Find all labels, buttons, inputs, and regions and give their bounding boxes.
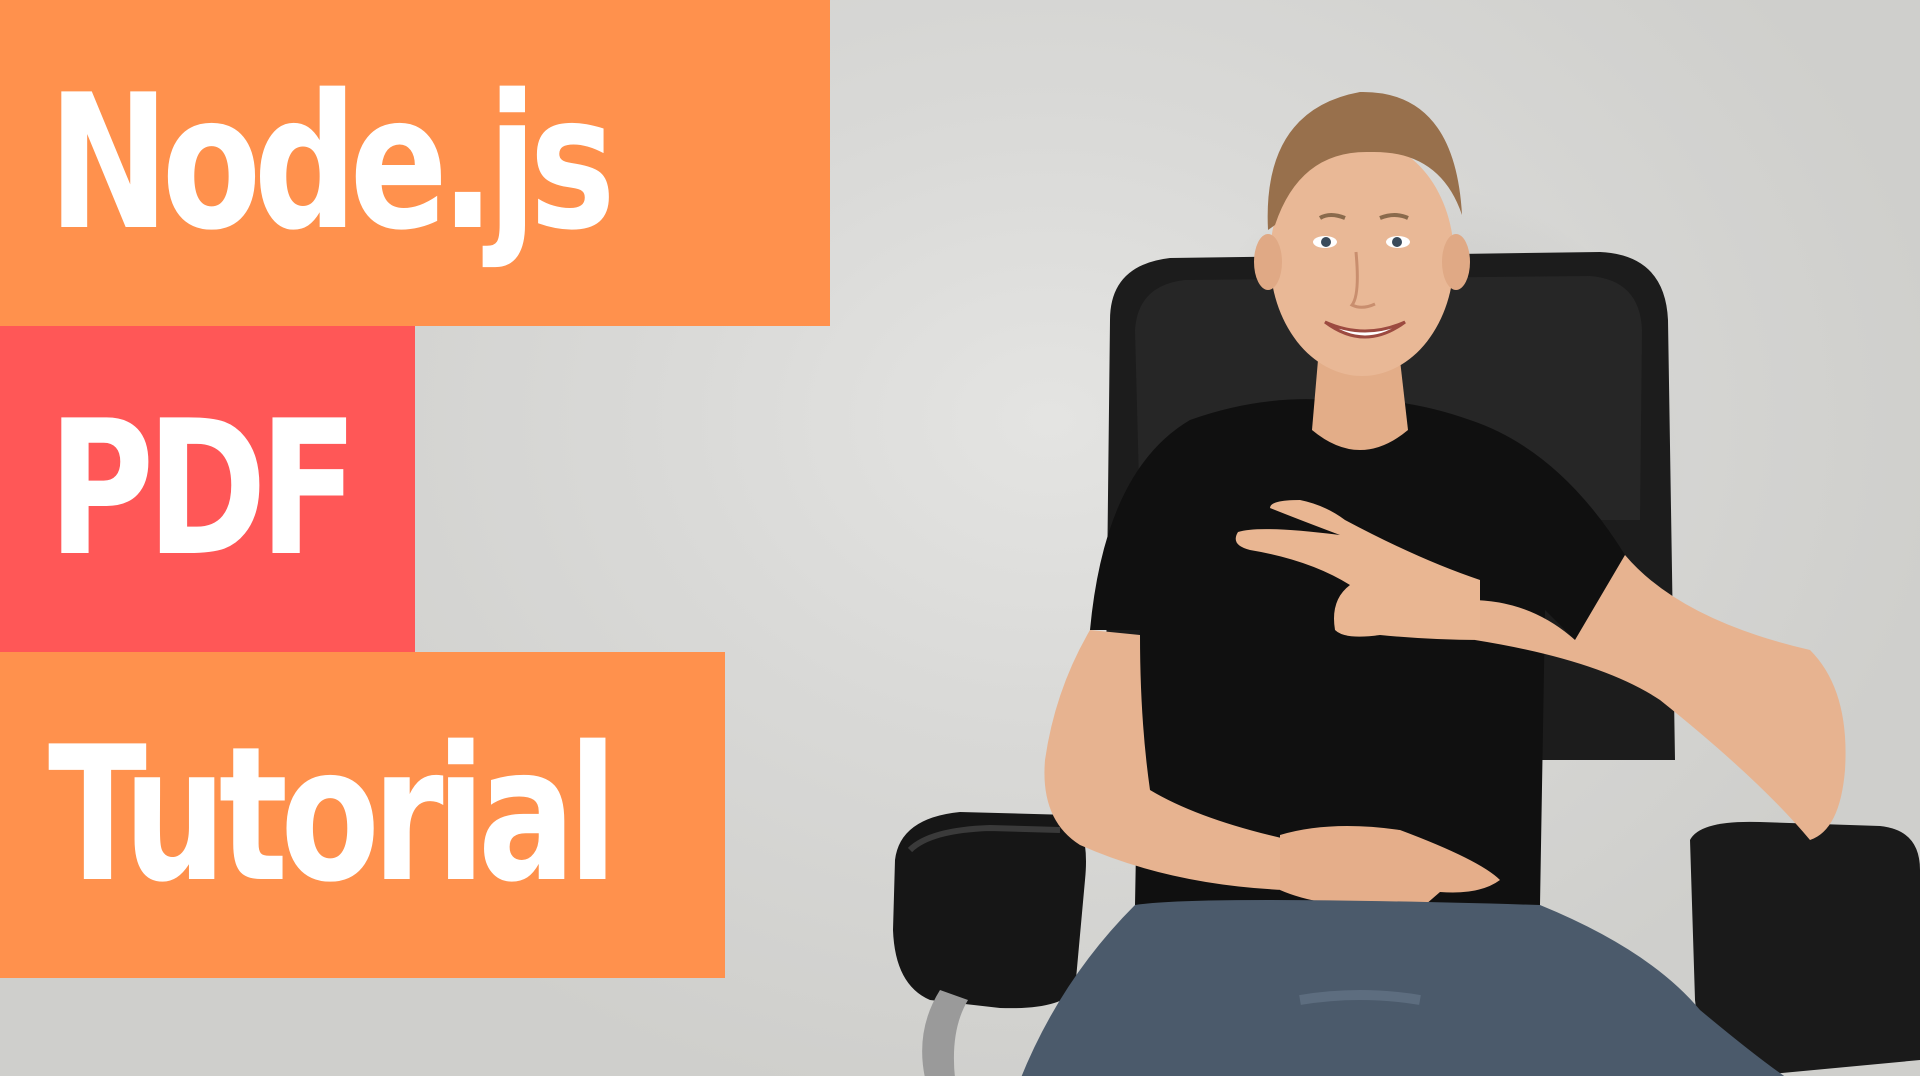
title-text-pdf: PDF — [48, 380, 358, 597]
title-text-nodejs: Node.js — [48, 54, 616, 271]
thumbnail: Node.js PDF Tutorial — [0, 0, 1920, 1080]
bottom-border — [0, 1076, 1920, 1080]
title-line-tutorial: Tutorial — [0, 652, 725, 978]
title-line-nodejs: Node.js — [0, 0, 830, 326]
title-text-tutorial: Tutorial — [48, 706, 618, 923]
chair-chrome-leg — [922, 990, 968, 1078]
jeans — [1020, 900, 1790, 1080]
title-line-pdf: PDF — [0, 326, 415, 652]
